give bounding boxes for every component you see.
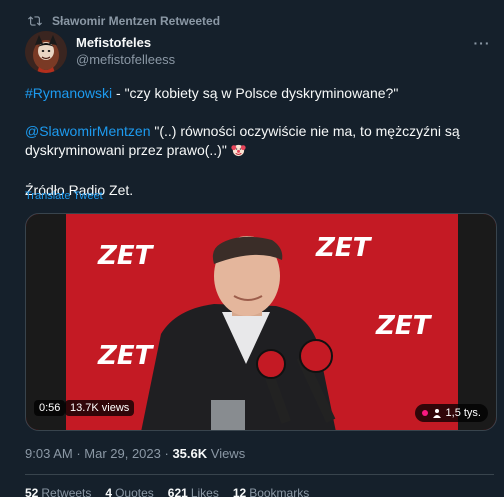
viewers-icon — [432, 409, 441, 418]
retweets-count: 52 — [25, 486, 39, 497]
likes-label: Likes — [190, 486, 219, 497]
quotes-label: Quotes — [115, 486, 154, 497]
quotes-stat[interactable]: 4 Quotes — [105, 486, 153, 497]
views-label: Views — [207, 446, 246, 461]
bookmarks-count: 12 — [232, 486, 247, 497]
meta-separator-2: · — [160, 446, 173, 461]
bookmarks-label: Bookmarks — [249, 486, 310, 497]
video-thumbnail: ZET ZET ZET ZET — [26, 214, 496, 430]
likes-stat[interactable]: 621 Likes — [168, 486, 219, 497]
retweet-header[interactable]: Sławomir Mentzen Retweeted — [28, 14, 220, 28]
quotes-count: 4 — [105, 486, 113, 497]
zet-logo-4: ZET — [375, 311, 433, 341]
live-viewers-count: 1,5 tys. — [445, 407, 481, 419]
author-handle[interactable]: @mefistofelleess — [76, 51, 175, 69]
retweet-icon — [28, 16, 42, 26]
retweets-stat[interactable]: 52 Retweets — [25, 486, 91, 497]
mention-link[interactable]: @SlawomirMentzen — [25, 123, 150, 139]
live-viewers-badge[interactable]: 1,5 tys. — [414, 404, 488, 422]
clown-emoji-icon — [231, 142, 246, 162]
zet-logo-1: ZET — [97, 241, 155, 271]
engagement-stats: 52 Retweets 4 Quotes 621 Likes 12 Bookmarks — [25, 486, 309, 497]
translate-tweet-link[interactable]: Translate Tweet — [25, 190, 103, 202]
meta-separator: · — [72, 446, 85, 461]
tweet-time[interactable]: 9:03 AM — [25, 446, 73, 461]
tweet-line-1: - "czy kobiety są w Polsce dyskryminowan… — [112, 85, 399, 101]
divider — [25, 474, 494, 475]
retweet-header-text: Sławomir Mentzen Retweeted — [52, 14, 221, 28]
live-dot-icon — [421, 410, 428, 416]
tweet-meta: 9:03 AM · Mar 29, 2023 · 35.6K Views — [25, 446, 245, 461]
views-count: 35.6K — [172, 446, 208, 461]
zet-logo-3: ZET — [97, 341, 155, 371]
author-display-name[interactable]: Mefistofeles — [76, 35, 175, 51]
author-block[interactable]: Mefistofeles @mefistofelleess — [76, 35, 175, 69]
more-options-icon[interactable]: ··· — [470, 33, 494, 53]
tweet-date[interactable]: Mar 29, 2023 — [84, 446, 161, 461]
hashtag-link[interactable]: #Rymanowski — [25, 85, 112, 101]
bookmarks-stat[interactable]: 12 Bookmarks — [233, 486, 309, 497]
avatar[interactable] — [25, 31, 67, 73]
video-player[interactable]: ZET ZET ZET ZET 0:56 13.7K views 1,5 tys… — [25, 213, 497, 431]
likes-count: 621 — [167, 486, 188, 497]
tweet-text: #Rymanowski - "czy kobiety są w Polsce d… — [25, 84, 490, 200]
video-duration: 0:56 — [34, 400, 66, 416]
retweets-label: Retweets — [41, 486, 92, 497]
zet-logo-2: ZET — [315, 233, 373, 263]
video-views: 13.7K views — [65, 400, 135, 416]
